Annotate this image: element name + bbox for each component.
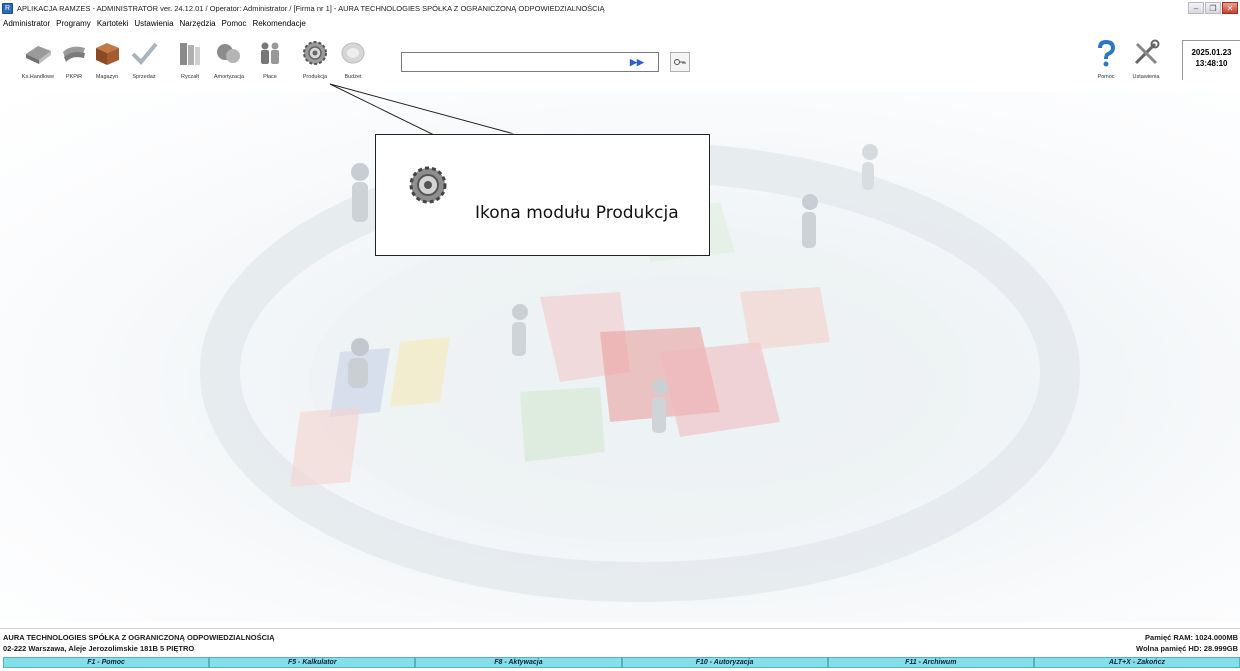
budget-icon [341, 42, 365, 64]
key-icon [674, 59, 686, 65]
module-ryczalt-button[interactable]: Ryczałt [170, 34, 210, 90]
menu-bar: Administrator Programy Kartoteki Ustawie… [0, 16, 1240, 30]
box-icon [96, 43, 119, 65]
module-magazyn-button[interactable]: Magazyn [87, 34, 127, 90]
module-budzet-button[interactable]: Budżet [333, 34, 373, 90]
search-go-button[interactable]: ▶▶ [630, 57, 644, 68]
restore-button[interactable]: ❐ [1205, 2, 1221, 14]
menu-ustawienia[interactable]: Ustawienia [134, 19, 173, 28]
gear-icon [409, 166, 447, 204]
help-button[interactable]: Pomoc [1086, 34, 1126, 90]
search-input[interactable] [401, 52, 659, 72]
title-bar: R APLIKACJA RAMZES - ADMINISTRATOR ver. … [0, 0, 1240, 16]
search-key-button[interactable] [670, 52, 690, 72]
settings-button[interactable]: Ustawienia [1126, 34, 1166, 90]
menu-pomoc[interactable]: Pomoc [222, 19, 247, 28]
ram-info: Pamięć RAM: 1024.000MB [1145, 633, 1238, 642]
menu-narzedzia[interactable]: Narzędzia [180, 19, 216, 28]
menu-rekomendacje[interactable]: Rekomendacje [252, 19, 305, 28]
people-icon [261, 42, 279, 64]
callout-text: Ikona modułu Produkcja [475, 203, 679, 223]
status-bar: AURA TECHNOLOGIES SPÓŁKA Z OGRANICZONĄ O… [0, 628, 1240, 658]
fkey-f1-help[interactable]: F1 - Pomoc [3, 657, 210, 668]
callout-box: Ikona modułu Produkcja [375, 134, 710, 256]
fkey-f10-authorization[interactable]: F10 - Autoryzacja [621, 657, 828, 668]
datetime-display: 2025.01.23 13:48:10 [1182, 40, 1240, 80]
module-ks-handlowe-button[interactable]: Ks.Handlowe [18, 34, 58, 90]
menu-kartoteki[interactable]: Kartoteki [97, 19, 129, 28]
fkey-f5-calculator[interactable]: F5 - Kalkulator [209, 657, 416, 668]
toolbar: Ks.Handlowe PKPiR Magazyn Sprzedaż Rycza… [0, 30, 1240, 92]
company-name: AURA TECHNOLOGIES SPÓŁKA Z OGRANICZONĄ O… [3, 633, 275, 642]
papers-icon [63, 46, 85, 62]
coins-icon [217, 44, 240, 63]
hd-info: Wolna pamięć HD: 28.999GB [1136, 644, 1238, 653]
menu-programy[interactable]: Programy [56, 19, 91, 28]
minimize-button[interactable]: – [1188, 2, 1204, 14]
fkey-f11-archive[interactable]: F11 - Archiwum [827, 657, 1034, 668]
app-icon: R [2, 2, 13, 14]
fkey-f8-activation[interactable]: F8 - Aktywacja [415, 657, 622, 668]
date-text: 2025.01.23 [1191, 48, 1232, 57]
window-controls: – ❐ ✕ [1188, 2, 1238, 14]
module-produkcja-button[interactable]: Produkcja [295, 34, 335, 90]
tools-icon [1134, 39, 1160, 65]
book-icon [26, 46, 51, 64]
module-amortyzacja-button[interactable]: Amortyzacja [209, 34, 249, 90]
time-text: 13:48:10 [1195, 59, 1228, 68]
company-address: 02-222 Warszawa, Aleje Jerozolimskie 181… [3, 644, 195, 653]
help-icon [1098, 39, 1116, 67]
memory-info: Pamięć RAM: 1024.000MB Wolna pamięć HD: … [1136, 632, 1238, 654]
binders-icon [180, 43, 200, 65]
window-title: APLIKACJA RAMZES - ADMINISTRATOR ver. 24… [17, 3, 605, 13]
checkmark-icon [131, 42, 158, 65]
function-keys-bar: F1 - Pomoc F5 - Kalkulator F8 - Aktywacj… [3, 657, 1240, 668]
fkey-altx-exit[interactable]: ALT+X - Zakończ [1033, 657, 1240, 668]
module-sprzedaz-button[interactable]: Sprzedaż [124, 34, 164, 90]
gear-icon [303, 41, 327, 65]
module-place-button[interactable]: Płace [250, 34, 290, 90]
company-info: AURA TECHNOLOGIES SPÓŁKA Z OGRANICZONĄ O… [3, 632, 275, 654]
close-button[interactable]: ✕ [1222, 2, 1238, 14]
menu-administrator[interactable]: Administrator [3, 19, 50, 28]
